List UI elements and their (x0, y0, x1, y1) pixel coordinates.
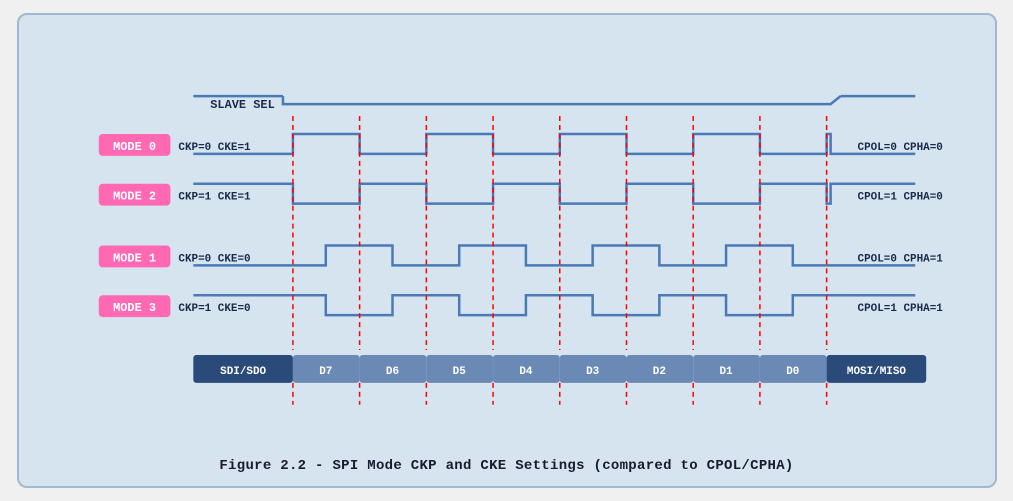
mode2-label: MODE 2 (113, 190, 156, 204)
data-d7: D7 (319, 366, 332, 378)
slave-sel-label: SLAVE SEL (210, 98, 274, 112)
figure-container: MODE 0 MODE 2 MODE 1 MODE 3 SLAVE SEL CK… (17, 13, 997, 488)
data-d3: D3 (586, 366, 600, 378)
mode0-right: CPOL=0 CPHA=0 (857, 142, 942, 154)
data-d0: D0 (786, 366, 799, 378)
data-d2: D2 (652, 366, 665, 378)
mode0-params: CKP=0 CKE=1 (178, 142, 251, 154)
diagram-area: MODE 0 MODE 2 MODE 1 MODE 3 SLAVE SEL CK… (39, 33, 975, 448)
mode0-label: MODE 0 (113, 140, 156, 154)
mode1-right: CPOL=0 CPHA=1 (857, 253, 943, 265)
mode3-params: CKP=1 CKE=0 (178, 303, 250, 315)
data-d4: D4 (519, 366, 533, 378)
data-sdi-sdo: SDI/SDO (220, 366, 266, 378)
figure-caption: Figure 2.2 - SPI Mode CKP and CKE Settin… (39, 448, 975, 474)
mode3-right: CPOL=1 CPHA=1 (857, 303, 943, 315)
data-d1: D1 (719, 366, 733, 378)
mode1-label: MODE 1 (113, 251, 156, 265)
mode3-label: MODE 3 (113, 301, 156, 315)
mode2-right: CPOL=1 CPHA=0 (857, 192, 942, 204)
data-d6: D6 (385, 366, 398, 378)
data-mosi-miso: MOSI/MISO (846, 366, 906, 378)
data-d5: D5 (452, 366, 465, 378)
mode1-params: CKP=0 CKE=0 (178, 253, 250, 265)
mode2-params: CKP=1 CKE=1 (178, 192, 251, 204)
